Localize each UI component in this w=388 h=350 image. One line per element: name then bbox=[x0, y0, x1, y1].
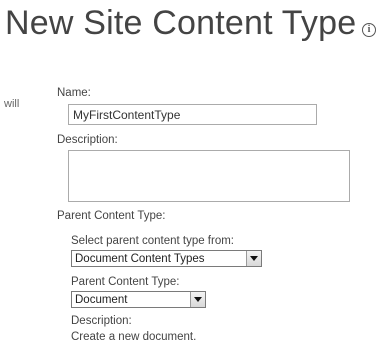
parent-content-type-heading: Parent Content Type: bbox=[57, 210, 166, 222]
parent-type-select-value: Document bbox=[75, 293, 128, 306]
parent-description-text: Create a new document. bbox=[71, 331, 197, 343]
parent-type-label: Parent Content Type: bbox=[71, 276, 180, 288]
section-description-fragment: will bbox=[4, 98, 20, 110]
parent-description-label: Description: bbox=[71, 315, 132, 327]
page-title: New Site Content Type bbox=[5, 4, 357, 42]
group-select-value: Document Content Types bbox=[75, 252, 205, 265]
name-input[interactable]: MyFirstContentType bbox=[68, 104, 317, 125]
name-label: Name: bbox=[57, 87, 91, 99]
parent-type-select[interactable]: Document bbox=[71, 291, 206, 308]
chevron-down-icon[interactable] bbox=[190, 292, 205, 307]
info-icon[interactable]: i bbox=[362, 23, 376, 37]
select-from-label: Select parent content type from: bbox=[71, 235, 235, 247]
group-select[interactable]: Document Content Types bbox=[71, 250, 262, 267]
chevron-down-icon[interactable] bbox=[246, 251, 261, 266]
description-textarea[interactable] bbox=[68, 150, 350, 202]
description-label: Description: bbox=[57, 134, 118, 146]
